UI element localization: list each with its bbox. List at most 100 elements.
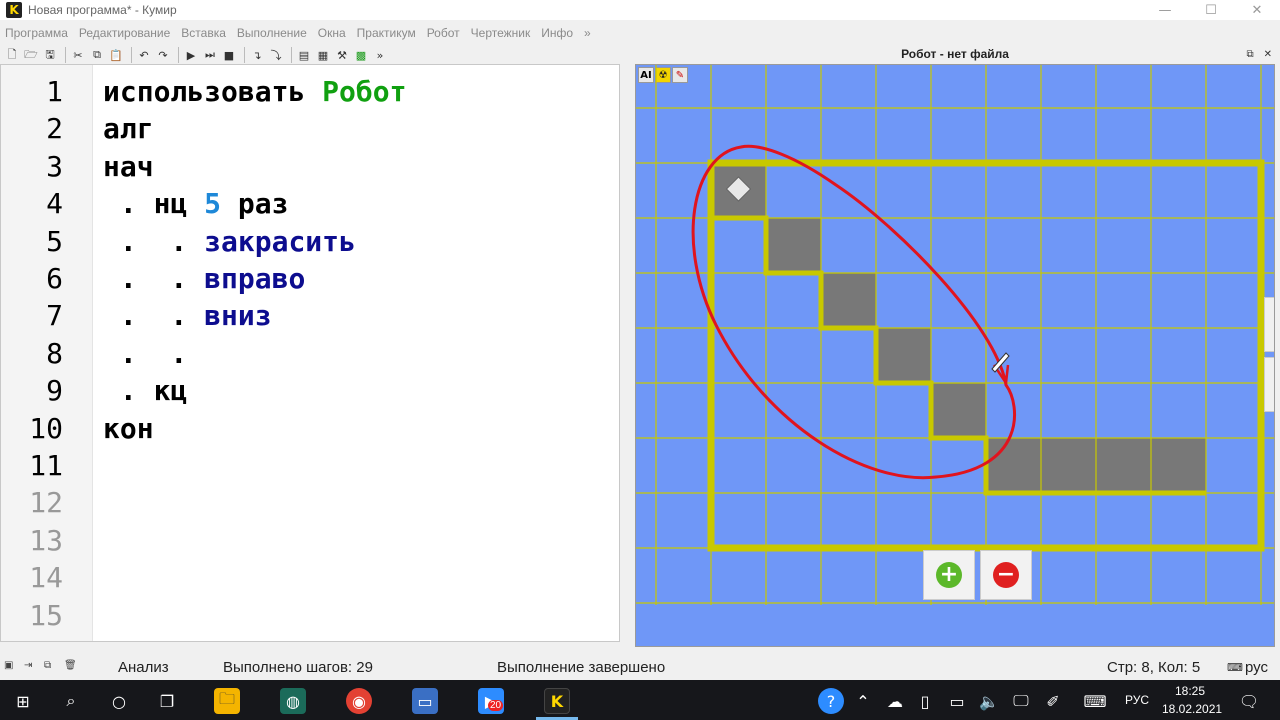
table-icon[interactable]: ▤ <box>296 47 312 63</box>
menu-draftsman[interactable]: Чертежник <box>471 26 531 40</box>
keyboard-tray-icon[interactable]: ⌨ <box>1082 688 1108 714</box>
usb-icon[interactable]: ▯ <box>912 688 938 714</box>
undo-icon[interactable]: ↶ <box>136 47 152 63</box>
search-icon[interactable]: ⌕ <box>58 688 84 714</box>
help-icon[interactable]: ? <box>818 688 844 714</box>
code-token: Робот <box>322 75 407 108</box>
stop-icon[interactable]: ■ <box>221 47 237 63</box>
code-line[interactable]: 5 . . закрасить <box>1 223 619 260</box>
run-icon[interactable]: ▶ <box>183 47 199 63</box>
menu-info[interactable]: Инфо <box>541 26 573 40</box>
menu-run[interactable]: Выполнение <box>237 26 307 40</box>
notification-icon[interactable]: 🗨 <box>1236 688 1262 714</box>
kumir-taskbar-icon[interactable]: K <box>544 688 570 714</box>
code-token: . . <box>103 224 205 258</box>
menu-windows[interactable]: Окна <box>318 26 346 40</box>
code-line[interactable]: 14 <box>1 559 619 596</box>
painted-cell <box>1151 438 1206 493</box>
code-line[interactable]: 4 . нц 5 раз <box>1 185 619 222</box>
side-tab-upper[interactable] <box>1264 297 1274 352</box>
toolbar: 🗋 🗁 🖫 ✂ ⧉ 📋 ↶ ↷ ▶ ⏭ ■ ↴ ⤵ ▤ ▦ ⚒ ▩ » <box>0 44 391 66</box>
redo-icon[interactable]: ↷ <box>155 47 171 63</box>
menu-overflow[interactable]: » <box>584 26 591 40</box>
code-token: нач <box>103 149 154 183</box>
code-line[interactable]: 2 алг <box>1 110 619 147</box>
tools-icon[interactable]: ⚒ <box>334 47 350 63</box>
windows-taskbar: ⊞ ⌕ ○ ❐ 🗀 ◍ ◉ ▭ ▶ 20 K ? ⌃ ☁ ▯ ▭ 🔈 🖵 ✐ ⌨… <box>0 680 1280 720</box>
app-green-icon[interactable]: ◍ <box>280 688 306 714</box>
network-icon[interactable]: 🖵 <box>1008 688 1034 714</box>
code-line[interactable]: 12 <box>1 484 619 521</box>
chrome-icon[interactable]: ◉ <box>346 688 372 714</box>
battery-icon[interactable]: ▭ <box>944 688 970 714</box>
cortana-icon[interactable]: ○ <box>106 688 132 714</box>
code-line[interactable]: 13 <box>1 522 619 559</box>
code-line[interactable]: 8 . . <box>1 335 619 372</box>
grid-icon[interactable]: ▦ <box>315 47 331 63</box>
toolbar-overflow-button[interactable]: » <box>372 47 388 63</box>
code-line[interactable]: 7 . . вниз <box>1 297 619 334</box>
tray-language[interactable]: РУС <box>1125 693 1149 707</box>
kumir-logo-icon: K <box>6 2 22 18</box>
robot-field-icon[interactable]: ▩ <box>353 47 369 63</box>
robot-field[interactable]: AI ☢ ✎ + − <box>635 64 1275 647</box>
code-line[interactable]: 9 . кц <box>1 372 619 409</box>
side-tab-lower[interactable] <box>1264 357 1274 412</box>
task-view-icon[interactable]: ❐ <box>154 688 180 714</box>
code-line[interactable]: 3 нач <box>1 148 619 185</box>
volume-icon[interactable]: 🔈 <box>976 688 1002 714</box>
toolbar-divider <box>131 47 132 63</box>
close-button[interactable]: ✕ <box>1234 0 1280 20</box>
line-number: 4 <box>46 187 63 221</box>
menu-edit[interactable]: Редактирование <box>79 26 170 40</box>
copy-icon[interactable]: ⧉ <box>89 47 105 63</box>
line-code: . кц <box>103 374 187 407</box>
robot-panel-buttons: ⧉ ✕ <box>1246 44 1272 64</box>
code-editor[interactable]: 1 использовать Робот 2 алг 3 нач 4 . нц 5 раз 5… <box>0 64 620 642</box>
float-panel-icon[interactable]: ⧉ <box>1246 49 1253 60</box>
zoom-out-button[interactable]: − <box>980 550 1032 600</box>
cut-icon[interactable]: ✂ <box>70 47 86 63</box>
line-number: 9 <box>46 374 63 408</box>
desktop-app-icon[interactable]: ▭ <box>412 688 438 714</box>
code-line[interactable]: 10 кон <box>1 410 619 447</box>
step-over-icon[interactable]: ↴ <box>249 47 265 63</box>
copy-output-icon[interactable]: ⧉ <box>44 660 60 674</box>
painted-cell <box>1041 438 1096 493</box>
console-icon[interactable]: ▣ <box>4 660 20 674</box>
export-icon[interactable]: ⇥ <box>24 660 40 674</box>
menu-insert[interactable]: Вставка <box>181 26 226 40</box>
code-token: . нц <box>103 187 205 221</box>
paste-icon[interactable]: 📋 <box>108 47 124 63</box>
menu-practicum[interactable]: Практикум <box>357 26 416 40</box>
line-number: 12 <box>29 486 63 520</box>
open-folder-icon[interactable]: 🗁 <box>23 47 39 63</box>
file-explorer-icon[interactable]: 🗀 <box>214 688 240 714</box>
save-icon[interactable]: 🖫 <box>42 47 58 63</box>
code-line[interactable]: 6 . . вправо <box>1 260 619 297</box>
new-file-icon[interactable]: 🗋 <box>4 47 20 63</box>
line-number: 14 <box>29 561 63 595</box>
zoom-badge: 20 <box>488 700 504 711</box>
tray-date[interactable]: 18.02.2021 <box>1162 702 1222 716</box>
tray-time[interactable]: 18:25 <box>1175 684 1205 698</box>
chevron-up-icon[interactable]: ⌃ <box>850 688 876 714</box>
minimize-button[interactable]: — <box>1142 0 1188 20</box>
maximize-button[interactable]: ☐ <box>1188 0 1234 20</box>
step-into-icon[interactable]: ⤵ <box>268 47 284 63</box>
code-token: 5 <box>204 187 222 221</box>
code-line[interactable]: 15 <box>1 597 619 634</box>
menu-robot[interactable]: Робот <box>427 26 460 40</box>
windows-start-icon[interactable]: ⊞ <box>10 688 36 714</box>
run-fast-icon[interactable]: ⏭ <box>202 47 218 63</box>
pen-tray-icon[interactable]: ✐ <box>1040 688 1066 714</box>
line-number: 5 <box>46 224 63 258</box>
status-steps: Выполнено шагов: 29 <box>223 658 373 676</box>
code-line[interactable]: 11 <box>1 447 619 484</box>
clear-output-icon[interactable]: 🗑 <box>64 660 80 674</box>
cloud-icon[interactable]: ☁ <box>882 688 908 714</box>
menu-program[interactable]: Программа <box>5 26 68 40</box>
close-panel-icon[interactable]: ✕ <box>1264 49 1272 60</box>
code-line[interactable]: 1 использовать Робот <box>1 73 619 110</box>
zoom-in-button[interactable]: + <box>923 550 975 600</box>
